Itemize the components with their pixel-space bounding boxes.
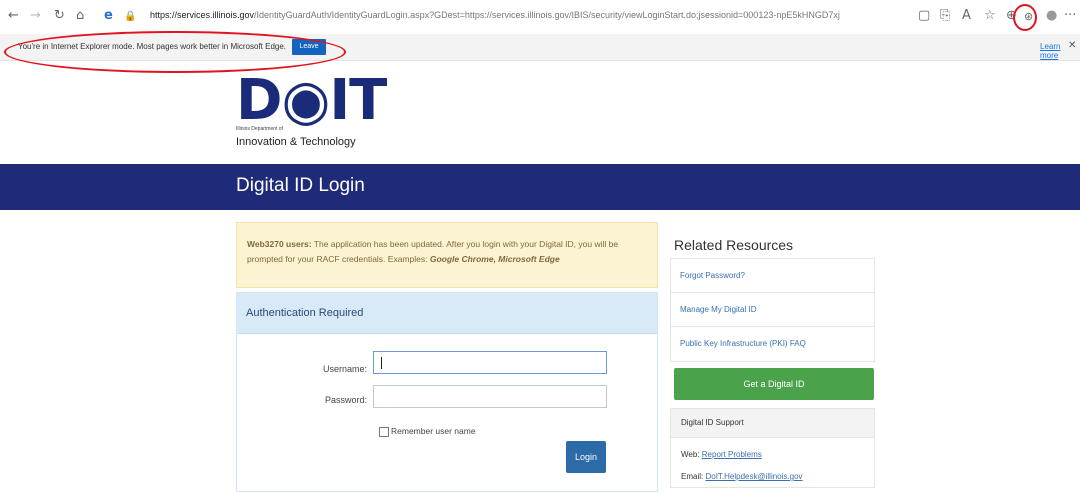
read-aloud-icon[interactable]: A (962, 8, 971, 24)
doit-logo: D◉IT (236, 68, 387, 133)
tab-actions-icon[interactable]: ⎘ (940, 8, 950, 24)
title-banner: Digital ID Login (0, 164, 1080, 210)
support-title: Digital ID Support (681, 418, 744, 427)
authentication-panel: Authentication Required Username: Passwo… (236, 292, 658, 492)
split-screen-icon[interactable]: ▢ (918, 8, 930, 24)
url-host: https://services.illinois.gov (150, 10, 255, 20)
url-path: /IdentityGuardAuth/IdentityGuardLogin.as… (254, 10, 840, 20)
get-digital-id-button[interactable]: Get a Digital ID (674, 368, 874, 400)
address-bar[interactable]: https://services.illinois.gov/IdentityGu… (150, 10, 840, 20)
logo-department-text: Illinois Department of (236, 126, 283, 132)
annotation-ellipse-infobar (4, 31, 346, 73)
forgot-password-link[interactable]: Forgot Password? (671, 259, 874, 293)
page-title: Digital ID Login (236, 175, 365, 196)
close-icon[interactable]: ✕ (1068, 40, 1076, 51)
manage-digital-id-link[interactable]: Manage My Digital ID (671, 293, 874, 327)
related-resources-list: Forgot Password? Manage My Digital ID Pu… (670, 258, 875, 362)
notice-bold: Web3270 users: (247, 239, 312, 249)
related-resources-title: Related Resources (674, 237, 794, 253)
auth-panel-header: Authentication Required (237, 293, 657, 334)
browser-toolbar: ← → ↻ ⌂ e 🔒 https://services.illinois.go… (0, 0, 1080, 34)
support-web-label: Web: (681, 450, 700, 459)
password-label: Password: (324, 395, 367, 405)
text-caret (381, 357, 382, 369)
annotation-circle-toolbar (1013, 4, 1037, 31)
back-icon[interactable]: ← (8, 8, 19, 24)
report-problems-link[interactable]: Report Problems (702, 450, 762, 459)
pki-faq-link[interactable]: Public Key Infrastructure (PKI) FAQ (671, 327, 874, 361)
support-web-line: Web: Report Problems (681, 450, 762, 459)
support-email-line: Email: DoIT.Helpdesk@illinois.gov (681, 472, 803, 481)
notice-text: Web3270 users: The application has been … (247, 237, 652, 267)
profile-icon[interactable]: ● (1046, 8, 1057, 24)
support-email-label: Email: (681, 472, 704, 481)
helpdesk-email-link[interactable]: DoIT.Helpdesk@illinois.gov (705, 472, 802, 481)
remember-label: Remember user name (391, 426, 476, 436)
notice-box: Web3270 users: The application has been … (236, 222, 658, 288)
remember-checkbox[interactable] (379, 427, 389, 437)
digital-id-support-panel: Digital ID Support Web: Report Problems … (670, 408, 875, 488)
ie-mode-icon[interactable]: e (104, 8, 113, 24)
support-header: Digital ID Support (671, 409, 874, 438)
favorites-icon[interactable]: ☆ (984, 8, 996, 24)
password-input[interactable] (373, 385, 607, 408)
notice-examples: Google Chrome, Microsoft Edge (429, 254, 560, 264)
auth-panel-title: Authentication Required (246, 307, 364, 319)
username-label: Username: (322, 364, 367, 374)
username-input[interactable] (373, 351, 607, 374)
more-icon[interactable]: ··· (1064, 8, 1076, 24)
refresh-icon[interactable]: ↻ (54, 8, 65, 24)
lock-icon[interactable]: 🔒 (124, 9, 136, 25)
login-button[interactable]: Login (566, 441, 606, 473)
home-icon[interactable]: ⌂ (76, 8, 84, 24)
forward-icon[interactable]: → (30, 8, 41, 24)
logo-agency-name: Innovation & Technology (236, 136, 356, 148)
